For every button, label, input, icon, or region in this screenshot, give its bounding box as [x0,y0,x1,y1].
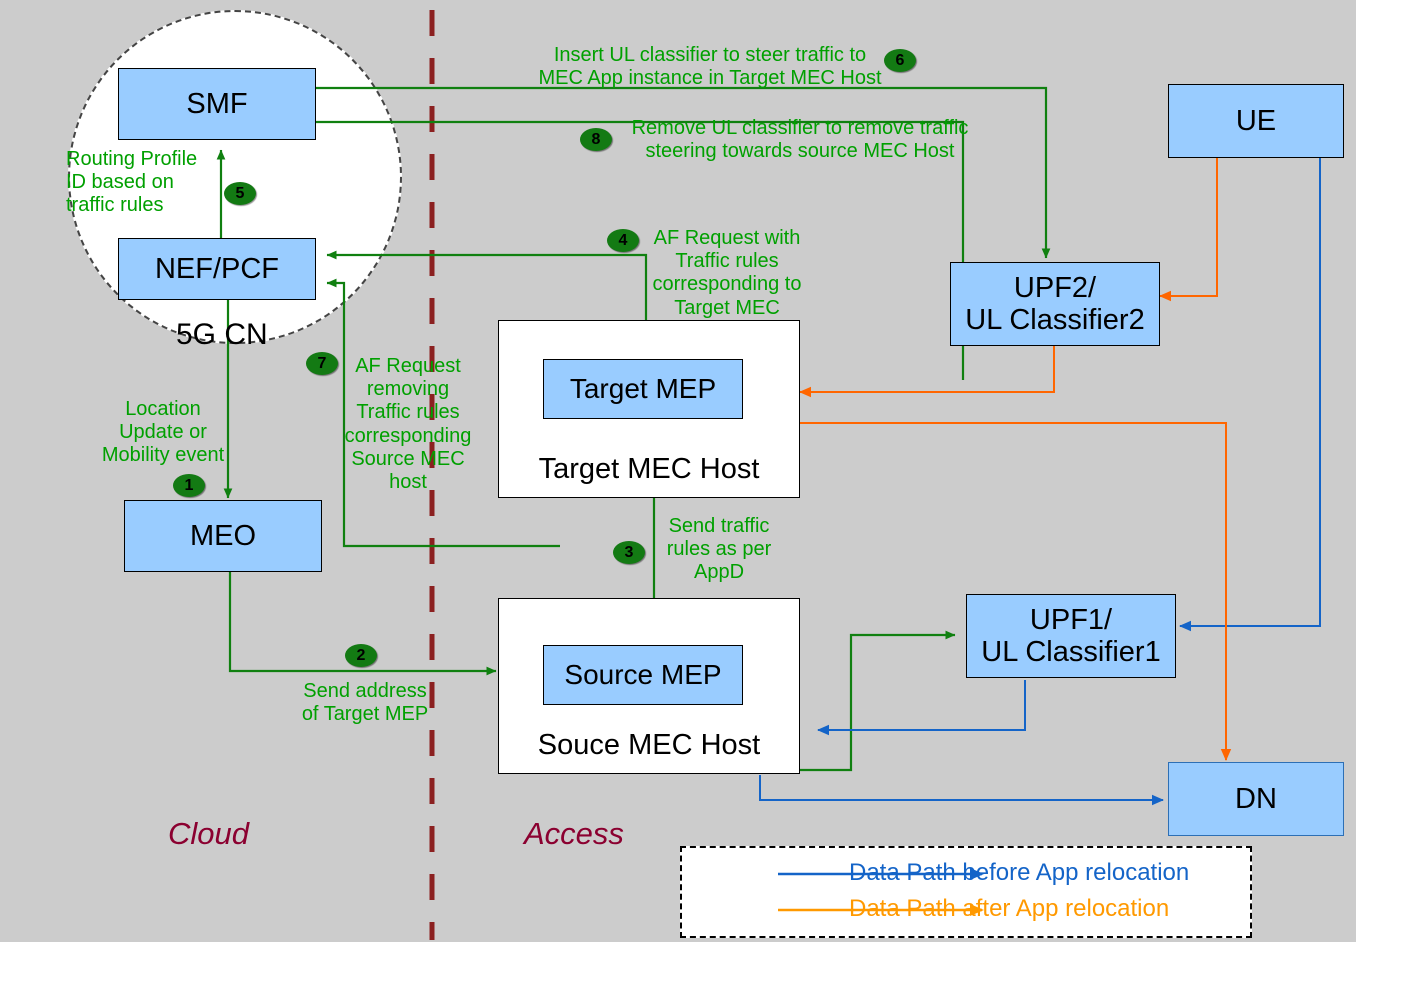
flow-4-line1: AF Request with [653,227,801,249]
node-smf[interactable]: SMF [118,68,316,140]
flow-3-line2: rules as per [666,538,772,561]
5g-cn-text: 5G CN [176,318,268,351]
flow-6-label: Insert UL classifier to steer traffic to… [510,44,910,90]
flow-badge-8-text: 8 [591,130,601,148]
flow-7-line3: Traffic rules [356,401,460,424]
region-label-cloud: Cloud [168,816,249,852]
flow-badge-2: 2 [345,644,377,667]
flow-badge-6: 6 [884,49,916,72]
node-target-mec-host[interactable]: Target MEP Target MEC Host [498,320,800,498]
flow-badge-8: 8 [580,128,612,151]
flow-3-line3: AppD [693,561,745,584]
flow-2-line1: Send address [303,680,427,702]
flow-6-line1: Insert UL classifier to steer traffic to [553,44,867,66]
node-dn[interactable]: DN [1168,762,1344,836]
flow-5-label: Routing Profile ID based on traffic rule… [66,148,226,218]
flow-8-line2: steering towards source MEC Host [645,140,955,163]
5g-cn-label: 5G CN [176,318,268,352]
node-source-mep[interactable]: Source MEP [543,645,743,705]
flow-3-label: Send traffic rules as per AppD [648,515,790,585]
flow-2-line2: of Target MEP [301,703,429,726]
flow-1-line1: Location [125,398,201,420]
flow-badge-6-text: 6 [895,51,905,69]
flow-badge-4-text: 4 [618,231,628,249]
legend-before-label: Data Path before App relocation [849,859,1190,886]
flow-4-line4: Target MEC [674,296,780,319]
flow-badge-1-text: 1 [184,476,194,494]
region-cloud-text: Cloud [168,816,249,851]
node-source-mec-host-label: Souce MEC Host [537,728,761,761]
flow-7-line4: corresponding [344,424,472,447]
flow-badge-7-text: 7 [317,354,327,372]
flow-badge-2-text: 2 [356,646,366,664]
flow-badge-1: 1 [173,474,205,497]
flow-1-line2: Update or [119,421,207,444]
flow-8-line1: Remove UL classifier to remove traffic [631,117,969,139]
node-source-mep-label: Source MEP [564,659,722,691]
flow-7-line1: AF Request [355,355,461,377]
region-access-text: Access [524,816,624,851]
node-meo[interactable]: MEO [124,500,322,572]
node-source-mec-host[interactable]: Source MEP Souce MEC Host [498,598,800,774]
node-upf1-line1: UPF1/ [1029,603,1113,636]
node-target-mep[interactable]: Target MEP [543,359,743,419]
node-upf2-line1: UPF2/ [1013,271,1097,304]
flow-badge-5-text: 5 [235,184,245,202]
flow-5-line3: traffic rules [66,194,164,217]
flow-7-label: AF Request removing Traffic rules corres… [338,355,478,494]
flow-1-line3: Mobility event [101,444,225,467]
flow-4-label: AF Request with Traffic rules correspond… [638,227,816,320]
node-upf2-line2: UL Classifier2 [965,304,1145,336]
flow-badge-3: 3 [613,541,645,564]
legend-after-label: Data Path after App relocation [849,895,1170,922]
flow-7-line5: Source MEC [351,447,465,470]
node-nef-pcf[interactable]: NEF/PCF [118,238,316,300]
flow-6-line2: MEC App instance in Target MEC Host [538,67,882,90]
node-nef-pcf-label: NEF/PCF [154,252,280,285]
diagram-canvas: SMF NEF/PCF 5G CN MEO UE UPF2/ UL Classi… [0,0,1403,992]
node-upf2[interactable]: UPF2/ UL Classifier2 [950,262,1160,346]
flow-4-line3: corresponding to [652,273,802,296]
node-dn-label: DN [1235,782,1277,815]
flow-badge-4: 4 [607,229,639,252]
flow-5-line2: ID based on [66,171,174,194]
flow-5-line1: Routing Profile [66,148,198,170]
flow-3-line1: Send traffic [668,515,770,537]
flow-4-line2: Traffic rules [675,250,779,273]
node-smf-label: SMF [186,87,248,120]
legend-box: Data Path before App relocation Data Pat… [680,846,1252,938]
node-target-mep-label: Target MEP [569,373,717,405]
flow-1-label: Location Update or Mobility event [80,398,246,468]
node-upf1[interactable]: UPF1/ UL Classifier1 [966,594,1176,678]
flow-7-line6: host [389,470,427,493]
node-meo-label: MEO [189,519,257,552]
node-upf1-line2: UL Classifier1 [981,636,1161,668]
node-ue-label: UE [1235,104,1277,137]
flow-8-label: Remove UL classifier to remove traffic s… [600,117,1000,163]
region-label-access: Access [524,816,624,852]
flow-7-line2: removing [366,378,450,401]
flow-badge-3-text: 3 [624,543,634,561]
node-target-mec-host-label: Target MEC Host [538,452,760,485]
node-ue[interactable]: UE [1168,84,1344,158]
flow-2-label: Send address of Target MEP [280,680,450,726]
flow-badge-7: 7 [306,352,338,375]
flow-badge-5: 5 [224,182,256,205]
